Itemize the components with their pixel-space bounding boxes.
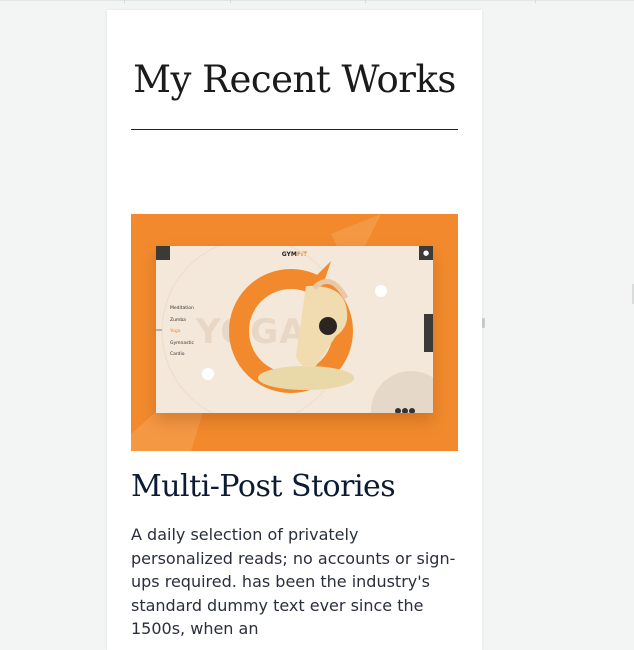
yoga-ring-graphic <box>156 246 433 413</box>
browser-top-border <box>0 0 634 1</box>
mockup-side-tab <box>424 314 433 352</box>
viewport-resize-handle[interactable] <box>482 318 485 328</box>
work-description: A daily selection of privately personali… <box>131 525 456 638</box>
mockup-social-icons <box>395 399 419 413</box>
work-title[interactable]: Multi-Post Stories <box>131 469 396 504</box>
mockup-menu: Meditation Zumba Yoga Gymnastic Cardio <box>170 306 194 364</box>
section-title: My Recent Works <box>133 58 456 101</box>
mockup-menu-item-active: Yoga <box>170 329 181 334</box>
mockup-menu-item: Gymnastic <box>170 340 194 346</box>
ruler-tick <box>535 0 536 3</box>
mockup-menu-item: Zumba <box>170 317 186 323</box>
work-thumbnail[interactable]: GYMFIT ● YOGA Meditation Zumba Yoga Gymn… <box>131 214 458 451</box>
mockup-menu-item: Cardio <box>170 352 185 357</box>
ruler-tick <box>230 0 231 3</box>
ruler-tick <box>124 0 125 3</box>
title-divider <box>131 129 458 130</box>
app-mockup: GYMFIT ● YOGA Meditation Zumba Yoga Gymn… <box>156 246 433 413</box>
ruler-tick <box>365 0 366 3</box>
mockup-menu-item: Meditation <box>170 306 194 311</box>
portfolio-card: My Recent Works GYMFIT ● YOGA Meditation… <box>107 10 482 650</box>
